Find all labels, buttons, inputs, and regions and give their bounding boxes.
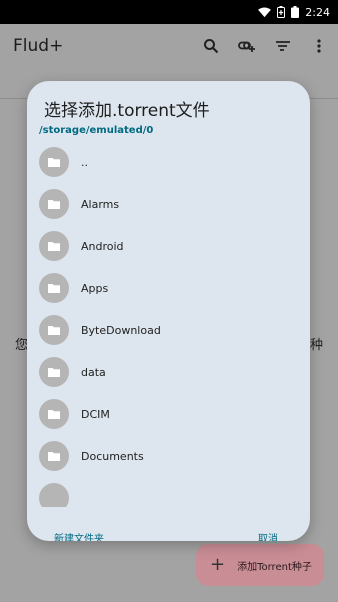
folder-icon	[39, 399, 69, 429]
battery-icon	[291, 6, 300, 18]
search-icon[interactable]	[200, 35, 222, 57]
folder-icon	[39, 189, 69, 219]
app-bar: Flud+	[0, 24, 338, 68]
more-vert-icon[interactable]	[308, 35, 330, 57]
fab-label: 添加Torrent种子	[237, 561, 312, 573]
list-item-parent[interactable]: ..	[27, 141, 310, 183]
list-item-android[interactable]: Android	[27, 225, 310, 267]
wifi-icon	[258, 6, 272, 18]
status-bar: 2:24	[0, 0, 338, 24]
list-item-label: ByteDownload	[81, 323, 161, 337]
list-item-data[interactable]: data	[27, 351, 310, 393]
list-item-label: DCIM	[81, 407, 110, 421]
folder-icon	[39, 147, 69, 177]
folder-icon	[39, 441, 69, 471]
folder-icon	[39, 231, 69, 261]
app-bar-actions	[200, 24, 330, 68]
folder-icon	[39, 483, 69, 507]
folder-icon	[39, 315, 69, 345]
list-item-bytedownload[interactable]: ByteDownload	[27, 309, 310, 351]
list-item-documents[interactable]: Documents	[27, 435, 310, 477]
plus-icon: +	[210, 554, 226, 575]
new-folder-button[interactable]: 新建文件夹	[54, 530, 104, 541]
list-item-alarms[interactable]: Alarms	[27, 183, 310, 225]
list-item-label: Android	[81, 239, 124, 253]
folder-icon	[39, 273, 69, 303]
file-list[interactable]: .. Alarms Android Apps ByteDownload data…	[27, 141, 310, 507]
list-item-label: Apps	[81, 281, 109, 295]
folder-icon	[39, 357, 69, 387]
list-item-label: Alarms	[81, 197, 120, 211]
sort-icon[interactable]	[272, 35, 294, 57]
file-picker-dialog: 选择添加.torrent文件 /storage/emulated/0 .. Al…	[27, 81, 310, 541]
app-title: Flud+	[13, 36, 64, 56]
list-item-label: data	[81, 365, 106, 379]
list-item-partial[interactable]	[27, 477, 310, 507]
add-torrent-fab[interactable]: + 添加Torrent种子	[196, 544, 324, 586]
status-time: 2:24	[305, 5, 330, 19]
list-item-label: Documents	[81, 449, 144, 463]
dialog-title: 选择添加.torrent文件	[44, 101, 210, 121]
add-link-icon[interactable]	[236, 35, 258, 57]
list-item-apps[interactable]: Apps	[27, 267, 310, 309]
cancel-button[interactable]: 取消	[258, 530, 278, 541]
list-item-label: ..	[81, 155, 88, 169]
list-item-dcim[interactable]: DCIM	[27, 393, 310, 435]
background-text-right: 种	[310, 338, 324, 353]
battery-saver-icon	[277, 6, 286, 18]
current-path: /storage/emulated/0	[39, 125, 154, 136]
app-screen: Flud+ 您 种 + 添加Torrent种子 选择添加.torrent文件 /…	[0, 24, 338, 602]
